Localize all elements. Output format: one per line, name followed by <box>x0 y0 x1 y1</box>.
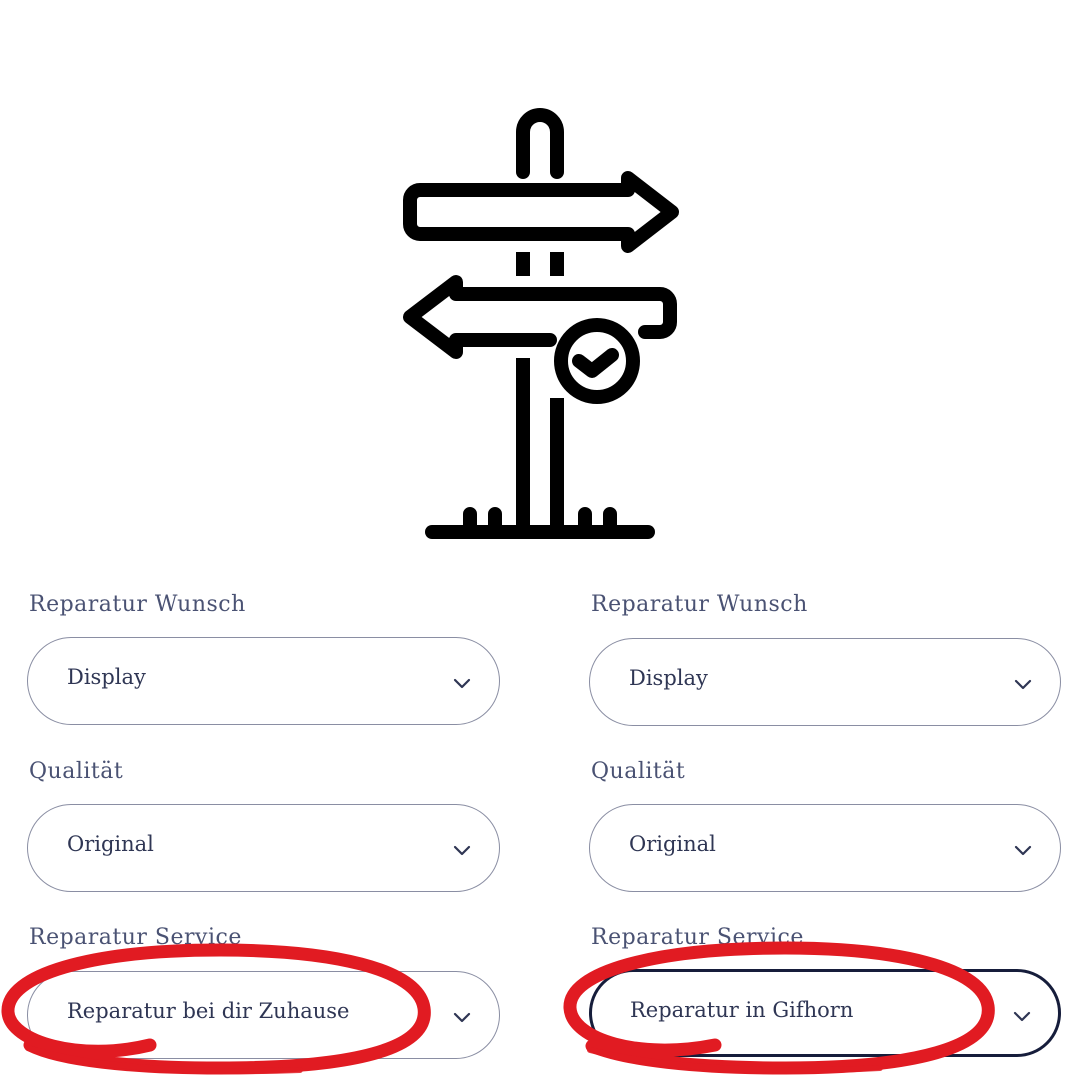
field-label-repair-wish: Reparatur Wunsch <box>29 592 246 617</box>
repair-service-select-focused[interactable]: Reparatur in Gifhorn <box>589 969 1061 1057</box>
signpost-check-icon <box>403 108 679 539</box>
repair-wish-select[interactable]: Display <box>27 637 500 725</box>
quality-select[interactable]: Original <box>589 804 1061 892</box>
field-label-repair-service: Reparatur Service <box>29 925 242 950</box>
field-label-quality: Qualität <box>591 759 686 784</box>
repair-service-select[interactable]: Reparatur bei dir Zuhause <box>27 971 500 1059</box>
chevron-down-icon <box>1014 679 1032 690</box>
chevron-down-icon <box>1013 1011 1031 1022</box>
chevron-down-icon <box>1014 845 1032 856</box>
repair-wish-value: Display <box>629 666 708 690</box>
repair-wish-select[interactable]: Display <box>589 638 1061 726</box>
field-label-repair-wish: Reparatur Wunsch <box>591 592 808 617</box>
chevron-down-icon <box>453 1012 471 1023</box>
quality-value: Original <box>67 832 154 856</box>
field-label-repair-service: Reparatur Service <box>591 925 804 950</box>
quality-value: Original <box>629 832 716 856</box>
repair-service-value: Reparatur in Gifhorn <box>630 998 854 1022</box>
repair-service-value: Reparatur bei dir Zuhause <box>67 999 350 1023</box>
field-label-quality: Qualität <box>29 759 124 784</box>
quality-select[interactable]: Original <box>27 804 500 892</box>
chevron-down-icon <box>453 845 471 856</box>
repair-wish-value: Display <box>67 665 146 689</box>
chevron-down-icon <box>453 678 471 689</box>
